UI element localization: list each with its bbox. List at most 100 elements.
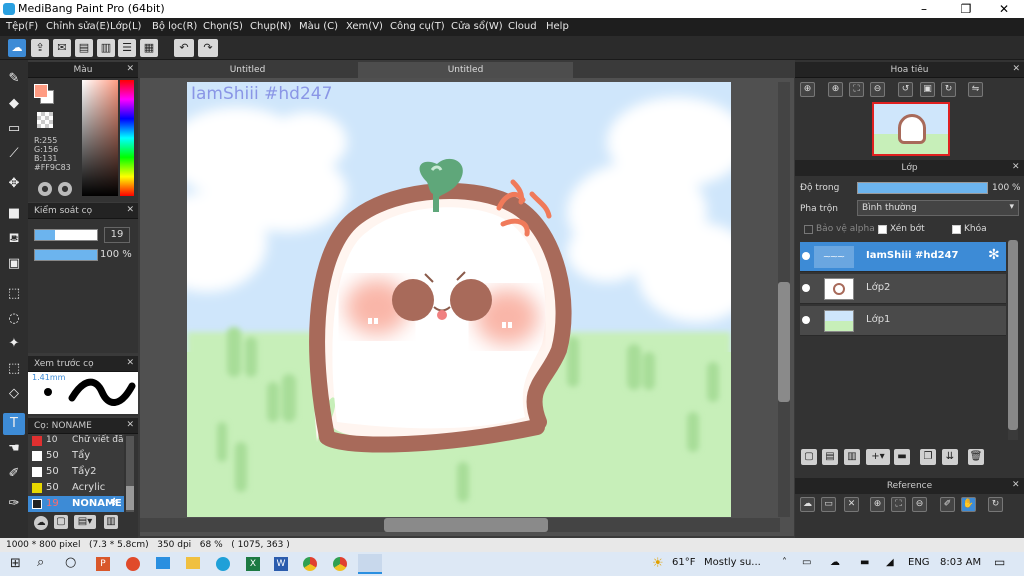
panel-close-icon[interactable]: ✕ xyxy=(1012,162,1020,172)
eye-icon[interactable] xyxy=(802,284,810,292)
gear-icon[interactable]: ✻ xyxy=(110,497,118,508)
edge-icon[interactable] xyxy=(216,557,230,571)
lock-checkbox[interactable] xyxy=(952,225,961,234)
zoom-in-icon[interactable]: ⊕ xyxy=(828,82,843,97)
panel-close-icon[interactable]: ✕ xyxy=(126,358,134,368)
menu-filter[interactable]: Bộ lọc(R) xyxy=(152,21,197,32)
cloud-icon[interactable]: ☁ xyxy=(830,557,840,568)
select-rect-icon[interactable]: ⬚ xyxy=(3,283,25,305)
layer-list-scrollbar[interactable] xyxy=(1008,240,1018,440)
eye-icon[interactable] xyxy=(802,252,810,260)
bucket-tool-icon[interactable]: ⛾ xyxy=(3,228,25,250)
rotate-left-icon[interactable]: ↺ xyxy=(898,82,913,97)
panel-close-icon[interactable]: ✕ xyxy=(126,64,134,74)
folder-icon[interactable]: ▬ xyxy=(894,449,910,465)
cloud-icon[interactable]: ☁ xyxy=(8,39,26,57)
flip-icon[interactable]: ⇋ xyxy=(968,82,983,97)
add-brush-icon[interactable]: ▤▾ xyxy=(74,515,96,529)
cloud-brush-icon[interactable]: ☁ xyxy=(34,516,48,530)
cloud-icon[interactable]: ☁ xyxy=(800,497,815,512)
new-brush-icon[interactable]: ▢ xyxy=(54,515,68,529)
medibang-taskbar-icon[interactable] xyxy=(358,554,382,574)
word-icon[interactable]: W xyxy=(274,557,288,571)
network-icon[interactable]: ▭ xyxy=(802,557,811,568)
task-view-icon[interactable]: ○ xyxy=(65,555,76,570)
text-tool-icon[interactable]: T xyxy=(3,413,25,435)
file-explorer-icon[interactable] xyxy=(186,557,200,569)
rectangle-tool-icon[interactable]: ▭ xyxy=(3,118,25,140)
panel-close-icon[interactable]: ✕ xyxy=(1012,480,1020,490)
copy-layer-icon[interactable]: ▥ xyxy=(844,449,860,465)
layer-row-selected[interactable]: ⁓⁓⁓ IamShiii #hd247 ✻ xyxy=(800,242,1006,272)
menu-tools[interactable]: Công cụ(T) xyxy=(390,21,445,32)
menu-select[interactable]: Chọn(S) xyxy=(203,21,243,32)
menu-cloud[interactable]: Cloud xyxy=(508,21,537,32)
hue-slider[interactable] xyxy=(120,80,134,196)
menu-capture[interactable]: Chụp(N) xyxy=(250,21,291,32)
zoom-in-icon[interactable]: ⊕ xyxy=(800,82,815,97)
close-button[interactable]: ✕ xyxy=(984,0,1024,18)
canvas-vertical-scrollbar[interactable] xyxy=(778,82,790,517)
chrome-icon[interactable] xyxy=(333,557,347,571)
tab-untitled-2[interactable]: Untitled xyxy=(358,62,573,78)
move-tool-icon[interactable]: ✥ xyxy=(3,173,25,195)
brush-item[interactable]: 50 Tẩy2 xyxy=(28,464,124,480)
open-folder-icon[interactable]: ▭ xyxy=(821,497,836,512)
panel-close-icon[interactable]: ✕ xyxy=(126,205,134,215)
layer-opacity-slider[interactable] xyxy=(857,182,988,194)
notification-icon[interactable]: ▭ xyxy=(994,555,1005,569)
layer-row[interactable]: Lớp2 xyxy=(800,274,1006,304)
merge-icon[interactable]: ⇊ xyxy=(942,449,958,465)
brush-list-scrollbar[interactable] xyxy=(126,436,134,512)
brush-tool-icon[interactable]: ✎ xyxy=(3,68,25,90)
foreground-color-swatch[interactable] xyxy=(34,84,48,98)
gradient-tool-icon[interactable]: ▣ xyxy=(3,253,25,275)
list-icon[interactable]: ☰ xyxy=(118,39,136,57)
transparent-swatch[interactable] xyxy=(37,112,53,128)
select-eraser-icon[interactable]: ◇ xyxy=(3,383,25,405)
palette-icon[interactable]: ● xyxy=(58,182,72,196)
tab-untitled-1[interactable]: Untitled xyxy=(140,62,355,78)
blend-mode-select[interactable]: Bình thường ▾ xyxy=(857,200,1019,216)
line-tool-icon[interactable]: ⟋ xyxy=(3,143,25,165)
eyedropper-tool-icon[interactable]: ✐ xyxy=(3,463,25,485)
eraser-tool-icon[interactable]: ◆ xyxy=(3,93,25,115)
gear-icon[interactable]: ✻ xyxy=(988,247,1000,263)
protect-alpha-checkbox[interactable] xyxy=(804,225,813,234)
zoom-in-icon[interactable]: ⊕ xyxy=(870,497,885,512)
brush-settings-icon[interactable]: ▥ xyxy=(104,515,118,529)
new-layer-icon[interactable]: ▤ xyxy=(822,449,838,465)
rotate-icon[interactable]: ↻ xyxy=(988,497,1003,512)
menu-layer[interactable]: Lớp(L) xyxy=(110,21,141,32)
reset-view-icon[interactable]: ▣ xyxy=(920,82,935,97)
eye-icon[interactable] xyxy=(802,316,810,324)
maximize-button[interactable]: ❐ xyxy=(946,0,986,18)
duplicate-icon[interactable]: ❐ xyxy=(920,449,936,465)
menu-edit[interactable]: Chỉnh sửa(E) xyxy=(46,21,110,32)
canvas-horizontal-scrollbar[interactable] xyxy=(140,518,780,532)
language-indicator[interactable]: ENG xyxy=(908,557,930,568)
panel-close-icon[interactable]: ✕ xyxy=(126,420,134,430)
menu-help[interactable]: Help xyxy=(546,21,569,32)
navigator-thumbnail[interactable] xyxy=(872,102,950,156)
close-icon[interactable]: ✕ xyxy=(844,497,859,512)
app-icon[interactable] xyxy=(126,557,140,571)
palette-icon[interactable]: ● xyxy=(38,182,52,196)
fit-icon[interactable]: ⛶ xyxy=(849,82,864,97)
brush-item[interactable]: 50 Tẩy xyxy=(28,448,124,464)
battery-icon[interactable]: ▬ xyxy=(860,557,869,568)
fill-rect-icon[interactable]: ■ xyxy=(3,203,25,225)
brush-opacity-slider[interactable] xyxy=(34,249,98,261)
zoom-out-icon[interactable]: ⊖ xyxy=(870,82,885,97)
panel-close-icon[interactable]: ✕ xyxy=(1012,64,1020,74)
brush-item[interactable]: 50 Acrylic xyxy=(28,480,124,496)
eyedropper-icon[interactable]: ✐ xyxy=(940,497,955,512)
page-icon[interactable]: ▤ xyxy=(75,39,93,57)
add-layer-menu-icon[interactable]: +▾ xyxy=(866,449,890,465)
comment-icon[interactable]: ✉ xyxy=(53,39,71,57)
powerpoint-icon[interactable]: P xyxy=(96,557,110,571)
share-icon[interactable]: ⇪ xyxy=(31,39,49,57)
brush-size-input[interactable]: 19 xyxy=(104,227,130,243)
monitor-icon[interactable] xyxy=(156,557,170,569)
brush-size-slider[interactable] xyxy=(34,229,98,241)
